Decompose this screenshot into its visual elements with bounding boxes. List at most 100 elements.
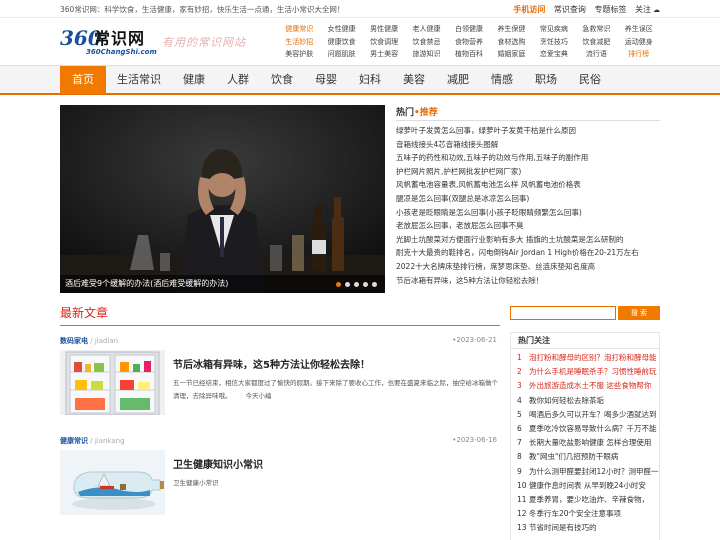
hot-rank-number: 9	[517, 466, 522, 476]
featured-slider[interactable]: 酒后难受9个缓解的办法(酒后难受缓解的办法)	[60, 105, 385, 293]
quick-link[interactable]: 女性健康	[320, 24, 362, 36]
recommend-item[interactable]: 护栏网片照片,护栏网批发护栏网厂家)	[396, 165, 660, 179]
quick-link[interactable]: 烹饪技巧	[533, 37, 575, 49]
recommend-item[interactable]: 2022十大名牌床垫排行榜，席梦思床垫、丝涟床垫知名度高	[396, 260, 660, 274]
quick-link[interactable]: 饮食禁忌	[405, 37, 447, 49]
nav-item[interactable]: 人群	[216, 66, 260, 94]
search-input[interactable]	[510, 306, 616, 320]
hot-focus-item[interactable]: 8 教"网虫"们几招预防干眼病	[517, 450, 659, 464]
quick-link[interactable]: 运动健身	[618, 37, 660, 49]
nav-item[interactable]: 职场	[524, 66, 568, 94]
nav-item[interactable]: 首页	[60, 66, 106, 94]
quick-link[interactable]: 养生误区	[618, 24, 660, 36]
hot-focus-item[interactable]: 9 为什么测甲醛要封闭12小时？测甲醛一	[517, 465, 659, 479]
search-button[interactable]: 搜 索	[618, 306, 660, 320]
article-category[interactable]: 数码家电	[60, 337, 88, 345]
slider-dot[interactable]	[345, 282, 350, 287]
hot-focus-item[interactable]: 4 教你如何轻松去除茶垢	[517, 394, 659, 408]
nav-item[interactable]: 妇科	[348, 66, 392, 94]
recommend-item[interactable]: 腿凉是怎么回事(双腿总是冰凉怎么回事)	[396, 192, 660, 206]
slider-dot[interactable]	[354, 282, 359, 287]
quick-link[interactable]: 男性健康	[363, 24, 405, 36]
quick-link[interactable]: 饮食调理	[363, 37, 405, 49]
hot-focus-item[interactable]: 1 泡打粉和酵母的区别？泡打粉和酵母能	[517, 351, 659, 365]
hot-item-title: 为什么手机是睡眠杀手？习惯性睡前玩	[529, 367, 657, 377]
quick-link[interactable]: 饮食减肥	[575, 37, 617, 49]
quick-link[interactable]: 旅游知识	[405, 49, 447, 61]
recommend-item[interactable]: 风帆蓄电池容量表,风帆蓄电池怎么样 风帆蓄电池价格表	[396, 178, 660, 192]
quick-link[interactable]: 恋爱宝典	[533, 49, 575, 61]
quick-link[interactable]: 生活妙招	[278, 37, 320, 49]
hot-focus-item[interactable]: 6 夏季吃冷饮容易导致什么病？千万不能	[517, 422, 659, 436]
quick-link[interactable]: 白领健康	[448, 24, 490, 36]
nav-item[interactable]: 减肥	[436, 66, 480, 94]
quick-link[interactable]: 问题肌肤	[320, 49, 362, 61]
slider-dot[interactable]	[336, 282, 341, 287]
follow-link[interactable]: 关注 ☁	[635, 5, 660, 14]
query-link[interactable]: 常识查询	[554, 5, 586, 14]
recommend-item[interactable]: 节后冰箱有异味，这5种方法让你轻松去除！	[396, 274, 660, 288]
hot-focus-item[interactable]: 10 健康作息时间表 从早到晚24小时安	[517, 479, 659, 493]
quick-link[interactable]: 急救常识	[575, 24, 617, 36]
article-title[interactable]: 节后冰箱有异味，这5种方法让你轻松去除！	[173, 356, 370, 371]
quick-link[interactable]: 流行语	[575, 49, 617, 61]
quick-link[interactable]: 食材选购	[490, 37, 532, 49]
hot-focus-item[interactable]: 7 长期大量吃盐影响健康 怎样合理使用	[517, 436, 659, 450]
quick-link[interactable]: 婚姻家庭	[490, 49, 532, 61]
search-form: 搜 索	[510, 306, 660, 320]
hot-rank-number: 6	[517, 424, 522, 434]
hot-item-title: 喝酒后多久可以开车？喝多少酒就达到	[529, 409, 657, 419]
hot-focus-item[interactable]: 11 夏季养胃，要少吃油炸、辛辣食物，	[517, 493, 659, 507]
bottle-image	[60, 450, 165, 515]
quick-link[interactable]: 老人健康	[405, 24, 447, 36]
article-thumbnail[interactable]	[60, 350, 165, 415]
quick-link[interactable]: 排行榜	[618, 49, 660, 61]
quick-link[interactable]: 植物百科	[448, 49, 490, 61]
article-item: 健康常识 / jiankang •2023-06-16 卫生健康知识小常识 卫生…	[60, 436, 500, 515]
recommend-item[interactable]: 音箱线接头4芯音箱线接头图解	[396, 138, 660, 152]
nav-item[interactable]: 母婴	[304, 66, 348, 94]
nav-item[interactable]: 民俗	[568, 66, 612, 94]
hot-focus-item[interactable]: 12 冬季行车20个安全注意事项	[517, 507, 659, 521]
quick-link[interactable]: 美容护肤	[278, 49, 320, 61]
quick-links: 健康常识 女性健康 男性健康 老人健康 白领健康 养生保健 常见疾病 急救常识 养生误区生活妙招…	[278, 24, 660, 61]
quick-link[interactable]: 健康饮食	[320, 37, 362, 49]
quick-link[interactable]: 常见疾病	[533, 24, 575, 36]
article-thumbnail[interactable]	[60, 450, 165, 515]
quick-link[interactable]: 男士美容	[363, 49, 405, 61]
hot-rank-number: 11	[517, 495, 527, 505]
fridge-image	[60, 350, 165, 415]
nav-item[interactable]: 情感	[480, 66, 524, 94]
mobile-access-link[interactable]: 手机访问	[513, 5, 545, 14]
hot-focus-panel: 热门关注 1 泡打粉和酵母的区别？泡打粉和酵母能 2 为什么手机是睡眠杀手？习惯性睡前…	[510, 332, 660, 540]
hot-focus-item[interactable]: 13 节省时间是有技巧的	[517, 521, 659, 535]
recommend-item[interactable]: 光脚土坑酸菜对方便面行业影响有多大 插旗的土坑酸菜是怎么研制的	[396, 233, 660, 247]
nav-item[interactable]: 健康	[172, 66, 216, 94]
nav-item[interactable]: 生活常识	[106, 66, 172, 94]
recommend-item[interactable]: 小孩老是眨眼睛是怎么回事(小孩子眨眼睛频繁怎么回事)	[396, 206, 660, 220]
hot-rank-number: 7	[517, 438, 522, 448]
quick-link[interactable]: 养生保健	[490, 24, 532, 36]
quick-link[interactable]: 健康常识	[278, 24, 320, 36]
recommend-item[interactable]: 绿萝叶子发黄怎么回事，绿萝叶子发黄干枯是什么原因	[396, 124, 660, 138]
article-source[interactable]: 今天小编	[246, 392, 272, 400]
recommend-item[interactable]: 耐克十大最贵的鞋排名，闪电倒钩Air Jordan 1 High价格在20-21…	[396, 246, 660, 260]
quick-link[interactable]: 食物营养	[448, 37, 490, 49]
top-links: 手机访问 常识查询 专题标签 关注 ☁	[507, 4, 660, 15]
recommend-item[interactable]: 五味子的药性和功效,五味子的功效与作用,五味子的副作用	[396, 151, 660, 165]
article-title[interactable]: 卫生健康知识小常识	[173, 456, 263, 471]
hot-focus-item[interactable]: 5 喝酒后多久可以开车？喝多少酒就达到	[517, 408, 659, 422]
recommend-item[interactable]: 老放屁怎么回事，老放屁怎么回事不臭	[396, 219, 660, 233]
article-category[interactable]: 健康常识	[60, 437, 88, 445]
nav-item[interactable]: 美容	[392, 66, 436, 94]
tags-link[interactable]: 专题标签	[594, 5, 626, 14]
site-logo[interactable]: 360 常识网 360ChangShi.com	[60, 26, 158, 58]
hot-focus-item[interactable]: 3 外出旅游造成水土不服 这些食物帮你	[517, 379, 659, 393]
slider-dot[interactable]	[372, 282, 377, 287]
nav-item[interactable]: 饮食	[260, 66, 304, 94]
wechat-icon: ☁	[653, 6, 660, 14]
hot-focus-item[interactable]: 2 为什么手机是睡眠杀手？习惯性睡前玩	[517, 365, 659, 379]
hot-rank-number: 2	[517, 367, 522, 377]
slider-dots	[336, 282, 377, 287]
slider-dot[interactable]	[363, 282, 368, 287]
